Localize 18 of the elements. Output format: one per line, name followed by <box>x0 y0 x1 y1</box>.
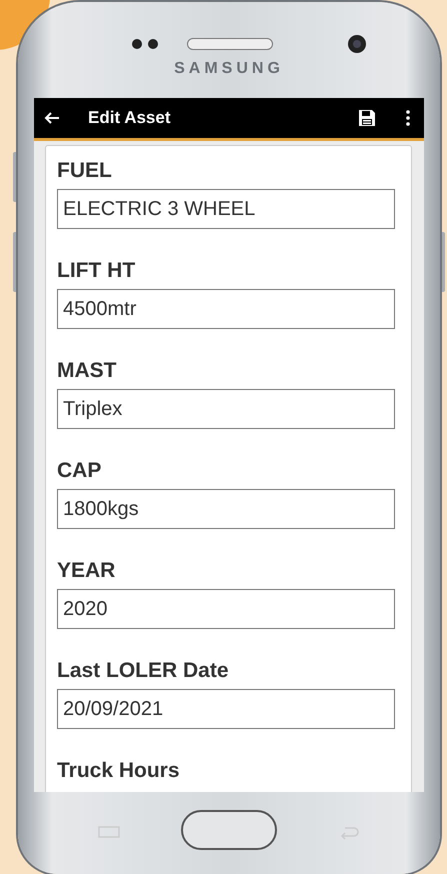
field-label: CAP <box>57 458 102 484</box>
field-label: YEAR <box>57 558 116 584</box>
input-field[interactable]: 1800kgs <box>57 489 395 529</box>
input-field[interactable]: ELECTRIC 3 WHEEL <box>57 189 395 229</box>
field-label: Truck Hours <box>57 758 180 784</box>
app-bar-title: Edit Asset <box>88 108 172 128</box>
input-field[interactable]: Triplex <box>57 389 395 429</box>
field-label: Last LOLER Date <box>57 658 229 684</box>
field-label: FUEL <box>57 158 112 184</box>
brand-logo: SAMSUNG <box>174 60 284 78</box>
field-label: LIFT HT <box>57 258 136 284</box>
field-label: MAST <box>57 358 116 384</box>
input-field[interactable]: 2020 <box>57 589 395 629</box>
input-field[interactable]: 20/09/2021 <box>57 689 395 729</box>
camera-icon <box>347 34 367 54</box>
home-button[interactable] <box>181 810 277 850</box>
input-field[interactable]: 4500mtr <box>57 289 395 329</box>
sensor-icon <box>131 38 161 50</box>
